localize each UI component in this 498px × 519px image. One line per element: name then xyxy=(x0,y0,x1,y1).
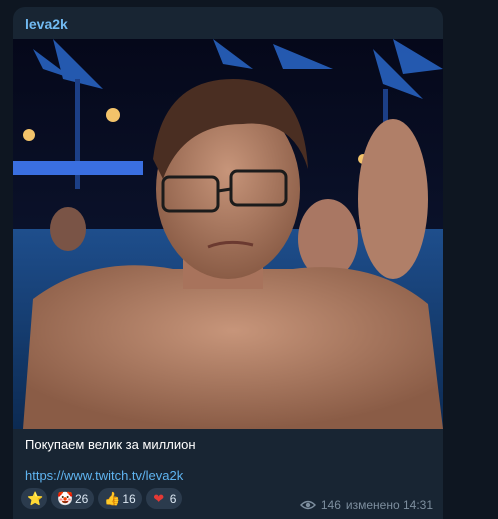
star-icon: ⭐ xyxy=(27,491,44,506)
reaction-clown[interactable]: 🤡 26 xyxy=(51,488,95,509)
view-count: 146 xyxy=(320,498,341,512)
post-caption: Покупаем велик за миллион xyxy=(25,437,196,452)
eye-icon xyxy=(299,500,316,510)
edited-timestamp: изменено 14:31 xyxy=(345,498,433,512)
reaction-heart[interactable]: ❤ 6 xyxy=(145,488,183,509)
message-meta: 146 изменено 14:31 xyxy=(299,498,433,512)
twitch-link[interactable]: https://www.twitch.tv/leva2k xyxy=(25,468,183,484)
reaction-star[interactable]: ⭐ xyxy=(21,488,47,509)
heart-icon: ❤ xyxy=(153,491,165,506)
reaction-count: 6 xyxy=(169,491,177,506)
reaction-count: 26 xyxy=(75,491,89,506)
message-bubble: leva2k Покупаем велик за миллион https:/… xyxy=(13,7,443,519)
clown-face-icon: 🤡 xyxy=(57,491,74,506)
reaction-count: 16 xyxy=(122,491,136,506)
reaction-thumbs-up[interactable]: 👍 16 xyxy=(98,488,142,509)
thumbs-up-icon: 👍 xyxy=(104,491,121,506)
post-photo[interactable] xyxy=(13,39,443,429)
channel-name[interactable]: leva2k xyxy=(25,15,68,33)
scrollbar[interactable] xyxy=(494,0,498,519)
reactions-bar: ⭐ 🤡 26 👍 16 ❤ 6 xyxy=(21,488,183,509)
photo-illustration xyxy=(13,39,443,429)
